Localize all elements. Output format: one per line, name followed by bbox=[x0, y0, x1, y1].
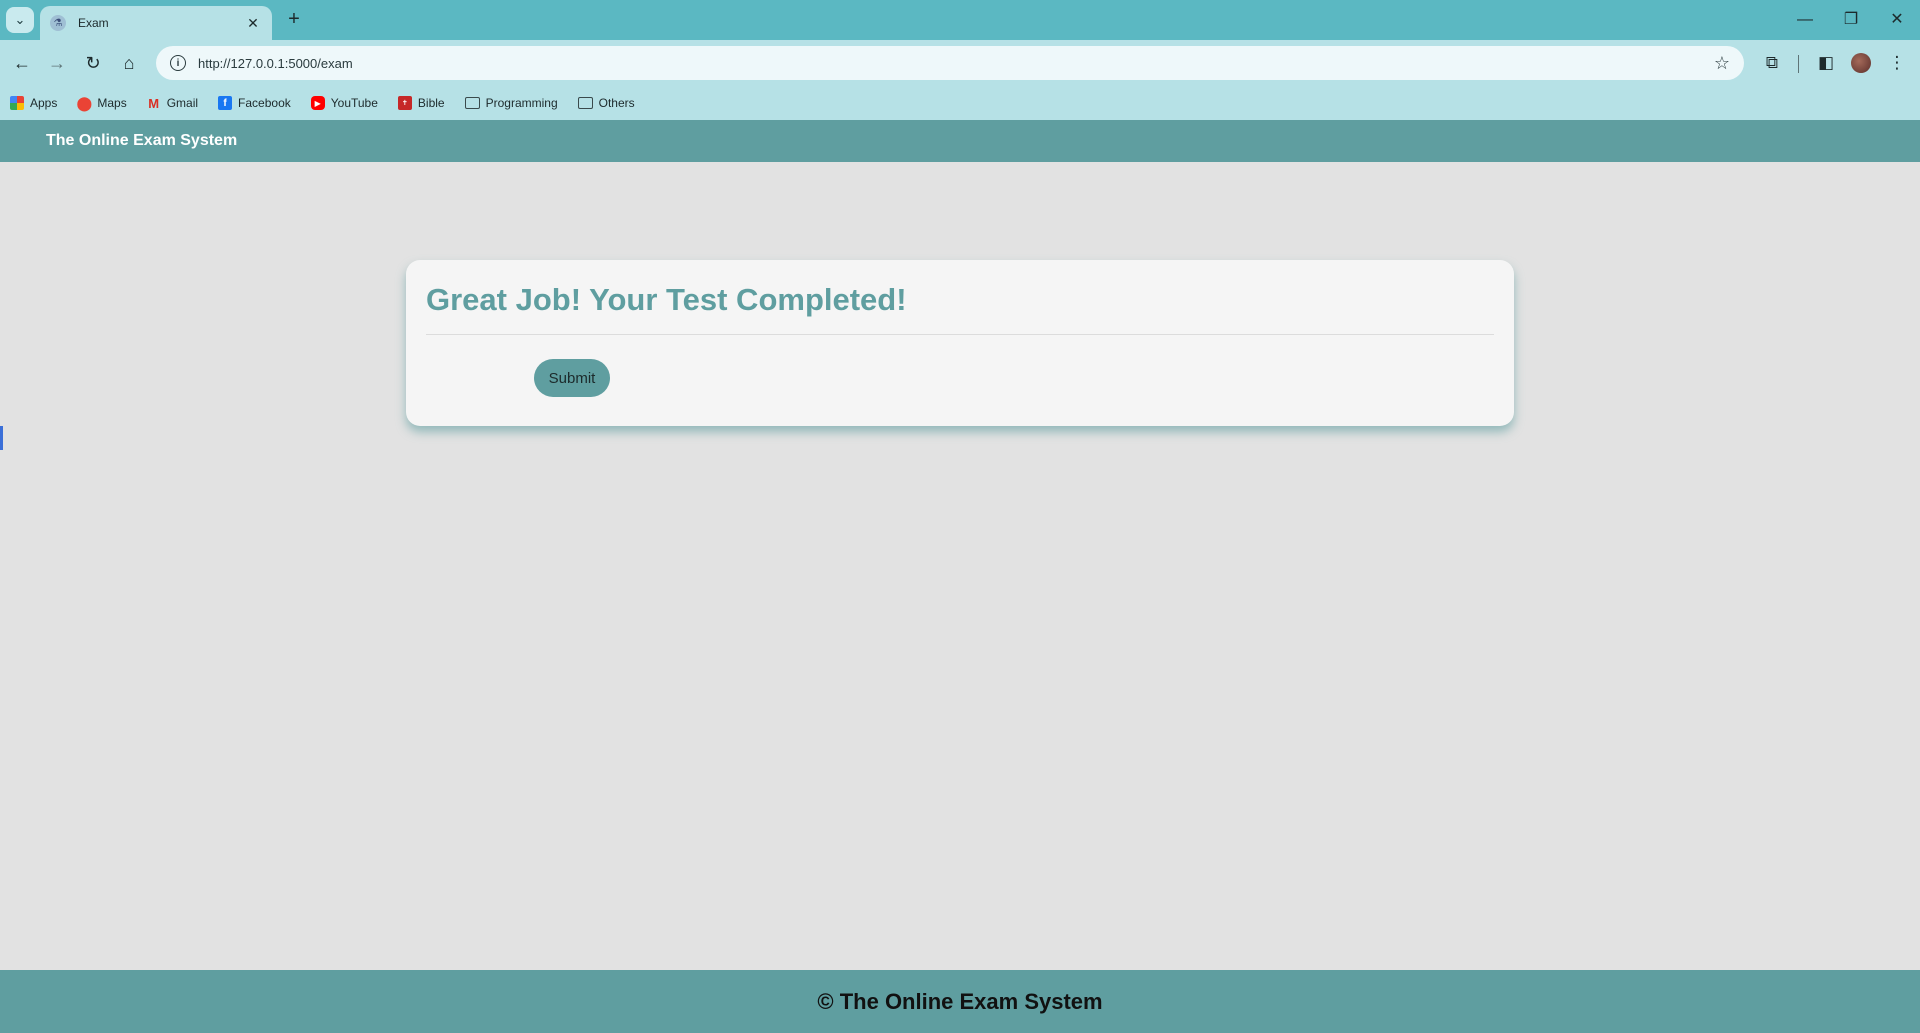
flask-icon: ⚗ bbox=[50, 15, 66, 31]
maps-icon: ⬤ bbox=[76, 94, 93, 111]
bookmark-gmail[interactable]: M Gmail bbox=[147, 95, 199, 111]
apps-icon bbox=[10, 96, 24, 110]
bookmark-label: Maps bbox=[97, 96, 127, 110]
bookmark-folder-others[interactable]: Others bbox=[577, 96, 635, 110]
browser-toolbar: ← → ↻ ⌂ i http://127.0.0.1:5000/exam ☆ ⧉… bbox=[0, 40, 1920, 86]
completion-heading: Great Job! Your Test Completed! bbox=[426, 282, 1494, 335]
bookmark-label: YouTube bbox=[330, 96, 378, 110]
bookmark-star-icon[interactable]: ☆ bbox=[1714, 53, 1730, 74]
footer-text: © The Online Exam System bbox=[817, 988, 1103, 1014]
bookmark-label: Facebook bbox=[238, 96, 291, 110]
bookmark-apps[interactable]: Apps bbox=[10, 96, 57, 110]
site-info-icon[interactable]: i bbox=[170, 55, 186, 71]
submit-button[interactable]: Submit bbox=[534, 359, 610, 397]
folder-icon bbox=[577, 97, 593, 109]
youtube-icon: ▶ bbox=[310, 96, 325, 110]
page-footer: © The Online Exam System bbox=[0, 970, 1920, 1033]
focus-marker bbox=[0, 426, 3, 450]
tab-exam[interactable]: ⚗ Exam ✕ bbox=[40, 6, 272, 40]
bookmarks-bar: Apps ⬤ Maps M Gmail f Facebook ▶ YouTube ✝ Bi… bbox=[0, 86, 1920, 120]
bookmark-label: Programming bbox=[485, 96, 558, 110]
bookmark-label: Gmail bbox=[166, 96, 199, 110]
facebook-icon: f bbox=[218, 96, 233, 110]
address-bar[interactable]: i http://127.0.0.1:5000/exam ☆ bbox=[156, 46, 1744, 80]
home-button[interactable]: ⌂ bbox=[115, 49, 143, 77]
brand-link[interactable]: The Online Exam System bbox=[46, 132, 237, 150]
app-navbar: The Online Exam System bbox=[0, 120, 1920, 162]
chevron-down-icon: ⌄ bbox=[14, 12, 26, 27]
bible-icon: ✝ bbox=[397, 96, 412, 110]
bookmark-label: Others bbox=[598, 96, 635, 110]
bookmark-bible[interactable]: ✝ Bible bbox=[397, 96, 445, 110]
new-tab-button[interactable]: + bbox=[282, 8, 306, 32]
bookmark-label: Bible bbox=[417, 96, 445, 110]
profile-avatar[interactable] bbox=[1851, 53, 1871, 73]
result-card: Great Job! Your Test Completed! Submit bbox=[406, 260, 1514, 426]
back-button[interactable]: ← bbox=[8, 49, 36, 77]
tab-close-icon[interactable]: ✕ bbox=[244, 15, 262, 32]
url-text[interactable]: http://127.0.0.1:5000/exam bbox=[198, 56, 1714, 71]
tab-search-button[interactable]: ⌄ bbox=[6, 7, 34, 33]
toolbar-divider bbox=[1798, 55, 1799, 73]
bookmark-maps[interactable]: ⬤ Maps bbox=[76, 94, 127, 111]
bookmark-facebook[interactable]: f Facebook bbox=[218, 96, 291, 110]
tab-strip: ⌄ ⚗ Exam ✕ + — ❐ ✕ bbox=[0, 0, 1920, 40]
reload-button[interactable]: ↻ bbox=[79, 49, 107, 77]
forward-button[interactable]: → bbox=[43, 49, 71, 77]
extensions-icon[interactable]: ⧉ bbox=[1758, 49, 1786, 77]
bookmark-folder-programming[interactable]: Programming bbox=[464, 96, 558, 110]
bookmark-youtube[interactable]: ▶ YouTube bbox=[310, 96, 378, 110]
tab-title: Exam bbox=[78, 16, 109, 30]
side-panel-icon[interactable]: ◧ bbox=[1812, 49, 1840, 77]
bookmark-label: Apps bbox=[30, 96, 58, 110]
restore-button[interactable]: ❐ bbox=[1836, 8, 1866, 32]
folder-icon bbox=[464, 97, 480, 109]
browser-menu-icon[interactable]: ⋮ bbox=[1883, 49, 1911, 77]
close-window-button[interactable]: ✕ bbox=[1882, 8, 1912, 32]
minimize-button[interactable]: — bbox=[1790, 8, 1820, 32]
gmail-icon: M bbox=[148, 95, 160, 111]
